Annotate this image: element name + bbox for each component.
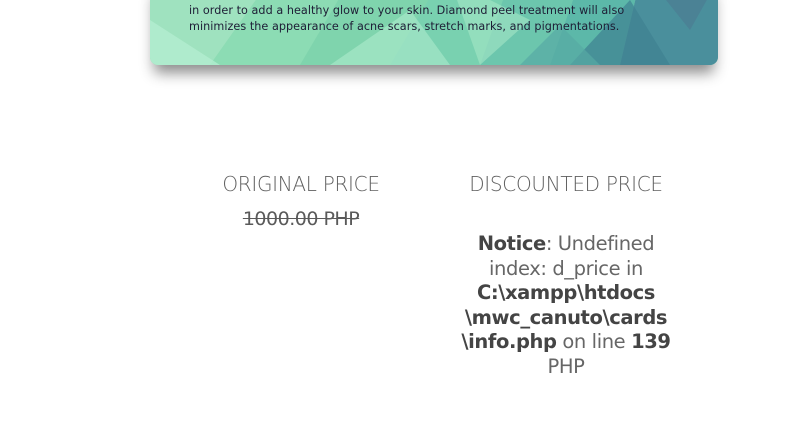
notice-path-b: \mwc_canuto\cards (459, 306, 673, 331)
notice-path-a: C:\xampp\htdocs (459, 281, 673, 306)
notice-message-b: index: d_price in (489, 256, 643, 280)
discounted-price-currency: PHP (547, 354, 585, 378)
notice-message-a: : Undefined (545, 232, 655, 255)
page: in order to add a healthy glow to your s… (0, 0, 799, 432)
notice-line-number: 139 (631, 330, 671, 353)
notice-path-a-text: C:\xampp\htdocs (476, 281, 656, 304)
notice-path-c: \info.php (461, 330, 557, 353)
notice-path-c-line: \info.php on line 139 (459, 330, 673, 355)
notice-line-1: Notice: Undefined (459, 232, 673, 257)
notice-label: Notice (477, 232, 547, 255)
description-line-1: in order to add a healthy glow to your s… (189, 4, 625, 17)
php-notice-message: Notice: Undefined index: d_price in C:\x… (459, 232, 673, 379)
original-price-section: ORIGINAL PRICE 1000.00 PHP (200, 170, 402, 232)
original-price-heading: ORIGINAL PRICE (222, 172, 380, 196)
notice-path-b-text: \mwc_canuto\cards (464, 305, 668, 329)
original-price-value: 1000.00 PHP (242, 208, 360, 230)
discounted-price-section: DISCOUNTED PRICE Notice: Undefined index… (448, 170, 684, 379)
discounted-price-heading: DISCOUNTED PRICE (469, 172, 663, 196)
service-banner-card: in order to add a healthy glow to your s… (150, 0, 718, 65)
notice-on-line-text: on line (556, 330, 632, 353)
description-line-2: minimizes the appearance of acne scars, … (189, 20, 620, 33)
service-description: in order to add a healthy glow to your s… (189, 3, 709, 35)
